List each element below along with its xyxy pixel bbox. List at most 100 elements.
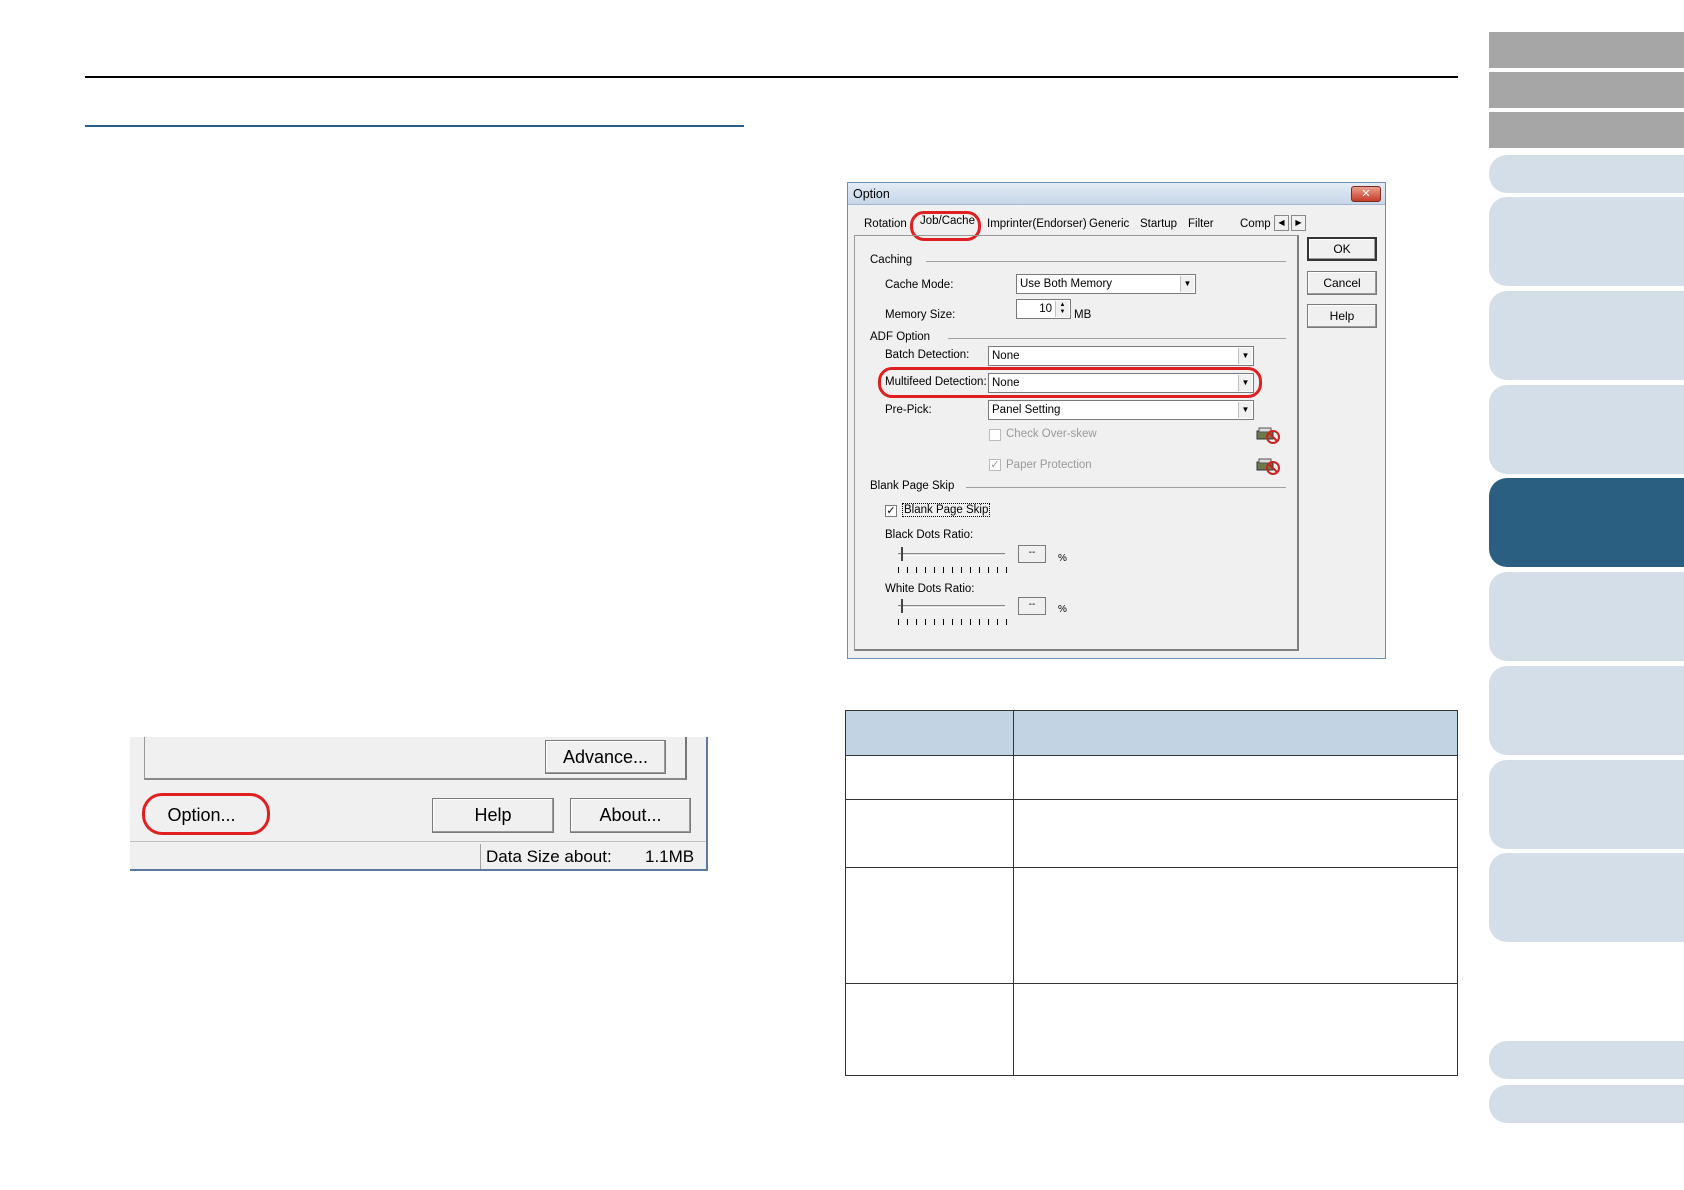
black-dots-ticks [898,567,1008,573]
caching-group-label: Caching [870,254,913,266]
tab-imprinter[interactable]: Imprinter(Endorser) [987,218,1087,230]
blank-page-skip-checkbox[interactable]: ✓ [885,505,897,517]
table-cell [845,983,1014,1076]
table-row [845,983,1458,1076]
table-cell [845,867,1014,984]
table-header-cell [1013,710,1458,756]
cache-mode-select[interactable]: Use Both Memory ▼ [1016,274,1196,294]
tab-filter[interactable]: Filter [1188,218,1214,230]
memory-unit: MB [1074,309,1092,321]
help-button-label: Help [1329,309,1355,323]
memory-size-label: Memory Size: [885,309,956,321]
nav-tab-13[interactable] [1489,1041,1684,1079]
nav-tab-9[interactable] [1489,572,1684,661]
black-dots-label: Black Dots Ratio: [885,529,974,541]
ok-button[interactable]: OK [1307,237,1377,261]
data-size-value: 1.1MB [645,847,695,866]
advance-button[interactable]: Advance... [545,740,666,774]
scanner-unsupported-icon [1256,425,1282,445]
table-cell [1013,755,1458,800]
pre-pick-select[interactable]: Panel Setting ▼ [988,400,1254,420]
help-button-main[interactable]: Help [432,798,554,833]
status-divider [480,844,481,869]
memory-size-stepper[interactable]: 10 ▲ ▼ [1016,299,1071,319]
white-dots-label: White Dots Ratio: [885,583,975,595]
nav-tab-10[interactable] [1489,666,1684,755]
close-icon: ✕ [1361,188,1371,200]
blank-page-skip-label: Blank Page Skip [902,503,991,517]
caching-group-line [926,261,1286,262]
tab-generic[interactable]: Generic [1089,218,1129,230]
nav-tab-14[interactable] [1489,1085,1684,1123]
tab-comp[interactable]: Comp [1240,218,1271,230]
pre-pick-value: Panel Setting [992,404,1061,416]
cache-mode-label: Cache Mode: [885,279,954,291]
batch-detection-label: Batch Detection: [885,349,970,361]
table-row [845,799,1458,868]
multifeed-highlight [878,367,1262,398]
top-rule [85,76,1458,78]
black-dots-slider-thumb[interactable] [901,547,903,561]
dialog-title-bar: Option ✕ [848,183,1385,205]
table-header-row [845,710,1458,756]
paper-protection-checkbox[interactable]: ✓ [989,459,1001,471]
pre-pick-label: Pre-Pick: [885,404,932,416]
nav-tab-6[interactable] [1489,291,1684,380]
tab-scroll-left[interactable]: ◀ [1274,215,1289,231]
option-dialog: Option ✕ Rotation Job/Cache Imprinter(En… [847,182,1386,659]
cancel-button[interactable]: Cancel [1307,271,1377,295]
main-dialog-crop: Advance... Option... Help About... Data … [130,737,708,871]
tab-startup[interactable]: Startup [1140,218,1177,230]
memory-size-value: 10 [1039,303,1052,315]
option-highlight [142,793,270,835]
nav-tab-11[interactable] [1489,760,1684,849]
data-size-label: Data Size about: [486,847,612,866]
nav-tab-1[interactable] [1489,32,1684,68]
nav-tab-5[interactable] [1489,197,1684,286]
table-header-cell [845,710,1014,756]
table-cell [1013,799,1458,868]
tab-rotation[interactable]: Rotation [864,218,907,230]
ok-button-label: OK [1333,242,1351,256]
chevron-down-icon: ▼ [1238,348,1252,364]
adf-group-label: ADF Option [870,331,931,343]
cache-mode-value: Use Both Memory [1020,278,1113,290]
nav-tab-3[interactable] [1489,112,1684,148]
section-rule [85,125,744,127]
parameter-table [845,710,1458,1076]
white-dots-percent: % [1058,604,1067,615]
table-cell [1013,983,1458,1076]
nav-tab-4[interactable] [1489,155,1684,193]
close-button[interactable]: ✕ [1351,186,1381,202]
white-dots-ticks [898,619,1008,625]
table-cell [1013,867,1458,984]
batch-detection-value: None [992,350,1020,362]
adf-group-line [948,338,1286,339]
help-button[interactable]: Help [1307,304,1377,328]
about-button[interactable]: About... [570,798,691,833]
black-dots-value-box: -- [1018,545,1046,563]
white-dots-slider[interactable] [898,605,1005,608]
dialog-title: Option [853,187,890,201]
chevron-down-icon: ▼ [1180,276,1194,292]
table-row [845,755,1458,800]
nav-tab-12[interactable] [1489,853,1684,942]
blank-page-group-line [966,487,1286,488]
tab-scroll-right[interactable]: ▶ [1291,215,1306,231]
nav-tab-8-active[interactable] [1489,478,1684,567]
table-cell [845,755,1014,800]
table-row [845,867,1458,984]
white-dots-value: -- [1028,599,1036,610]
table-cell [845,799,1014,868]
advance-button-label: Advance... [562,746,649,767]
batch-detection-select[interactable]: None ▼ [988,346,1254,366]
black-dots-slider[interactable] [898,553,1005,556]
cancel-button-label: Cancel [1323,276,1361,290]
black-dots-percent: % [1058,553,1067,564]
check-overskew-checkbox[interactable] [989,429,1001,441]
white-dots-slider-thumb[interactable] [901,599,903,613]
nav-tab-2[interactable] [1489,72,1684,108]
check-overskew-label: Check Over-skew [1006,428,1097,440]
nav-tab-7[interactable] [1489,385,1684,474]
status-bar: Data Size about: 1.1MB [130,841,706,869]
